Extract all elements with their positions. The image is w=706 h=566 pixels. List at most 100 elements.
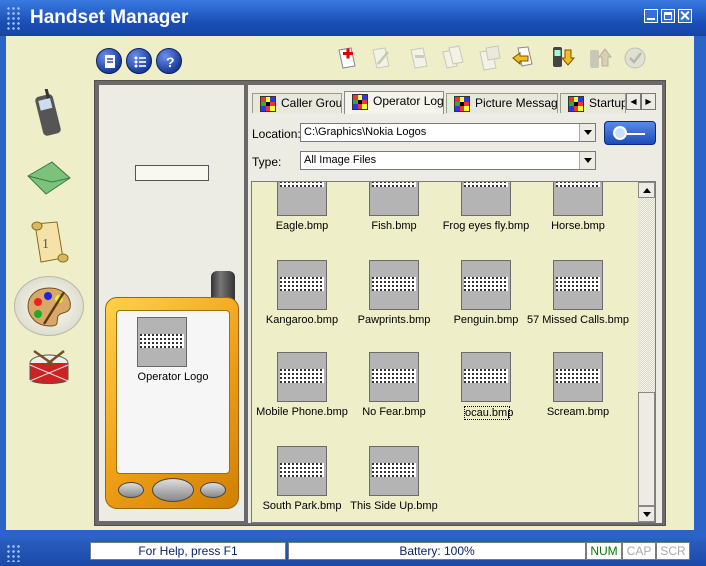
tab-operator-logo[interactable]: Operator Logo	[344, 91, 444, 114]
status-help: For Help, press F1	[90, 542, 286, 560]
scroll-up-icon[interactable]	[638, 182, 655, 198]
browser-panel: Caller Group Operator Logo Picture Messa…	[248, 85, 662, 523]
operator-logo-thumbnail[interactable]	[137, 317, 187, 367]
file-thumbnail[interactable]	[553, 352, 603, 402]
nav-graphics[interactable]	[14, 276, 84, 336]
type-combo[interactable]: All Image Files	[300, 151, 596, 170]
file-item[interactable]: Fish.bmp	[348, 182, 440, 250]
file-item[interactable]: Frog eyes fly.bmp	[440, 182, 532, 250]
status-num: NUM	[586, 542, 622, 560]
content-frame: Operator Logo Caller Group	[94, 80, 666, 526]
download-icon[interactable]	[550, 44, 576, 72]
file-thumbnail[interactable]	[461, 182, 511, 216]
upload-icon[interactable]	[586, 44, 612, 72]
file-item[interactable]: 57 Missed Calls.bmp	[527, 260, 629, 344]
preview-panel: Operator Logo	[99, 85, 244, 521]
document-icon[interactable]	[96, 48, 122, 74]
type-label: Type:	[252, 155, 282, 169]
file-thumbnail[interactable]	[553, 182, 603, 216]
scroll-thumb[interactable]	[638, 392, 655, 506]
phone-up-key[interactable]	[152, 478, 194, 502]
file-thumbnail[interactable]	[369, 182, 419, 216]
svg-text:1: 1	[42, 237, 49, 252]
file-thumbnail[interactable]	[553, 260, 603, 310]
nav-ringtones[interactable]: 1	[14, 212, 84, 272]
file-thumbnail[interactable]	[277, 260, 327, 310]
chevron-down-icon[interactable]	[579, 152, 595, 169]
file-item[interactable]: ocau.bmp	[440, 352, 532, 436]
scroll-down-icon[interactable]	[638, 506, 655, 522]
status-cap: CAP	[622, 542, 656, 560]
tab-startup-logo[interactable]: Startup L	[560, 93, 626, 113]
file-name: ocau.bmp	[464, 406, 514, 420]
tab-scroll-right-icon[interactable]: ▶	[641, 93, 656, 110]
vertical-scrollbar[interactable]	[638, 182, 655, 522]
file-item[interactable]: This Side Up.bmp	[348, 446, 440, 522]
minimize-button[interactable]	[644, 9, 658, 23]
file-item[interactable]: South Park.bmp	[256, 446, 348, 522]
tab-picture-message[interactable]: Picture Message	[446, 93, 558, 113]
file-thumbnail[interactable]	[277, 446, 327, 496]
file-list[interactable]: Eagle.bmp Fish.bmp Frog eyes fly.bmp Horse.…	[251, 181, 656, 523]
tab-strip: Caller Group Operator Logo Picture Messa…	[252, 91, 656, 114]
file-item[interactable]: Eagle.bmp	[256, 182, 348, 250]
grid-icon	[454, 96, 470, 112]
file-thumbnail[interactable]	[369, 260, 419, 310]
file-name: Mobile Phone.bmp	[256, 406, 348, 418]
phone-icon	[35, 89, 61, 136]
file-thumbnail[interactable]	[461, 352, 511, 402]
location-combo[interactable]: C:\Graphics\Nokia Logos	[300, 123, 596, 142]
file-thumbnail[interactable]	[369, 446, 419, 496]
nav-messages[interactable]	[14, 148, 84, 208]
title-bar[interactable]: Handset Manager	[0, 0, 706, 36]
copy-icon[interactable]	[440, 44, 466, 72]
preview-label: Operator Logo	[137, 371, 209, 383]
file-thumbnail[interactable]	[277, 182, 327, 216]
file-name: Frog eyes fly.bmp	[442, 220, 530, 232]
file-thumbnail[interactable]	[369, 352, 419, 402]
list-icon[interactable]	[126, 48, 152, 74]
file-name: Horse.bmp	[551, 220, 605, 232]
chevron-down-icon[interactable]	[579, 124, 595, 141]
phone-left-key[interactable]	[118, 482, 144, 498]
maximize-button[interactable]	[661, 9, 675, 23]
undo-icon[interactable]	[510, 44, 536, 72]
help-icon[interactable]: ?	[156, 48, 182, 74]
edit-icon[interactable]	[368, 44, 394, 72]
phone-right-key[interactable]	[200, 482, 226, 498]
file-name: Eagle.bmp	[275, 220, 329, 232]
file-item[interactable]: Penguin.bmp	[440, 260, 532, 344]
status-bar: For Help, press F1 Battery: 100% NUM CAP…	[0, 538, 706, 566]
drum-icon	[29, 349, 69, 384]
file-thumbnail[interactable]	[461, 260, 511, 310]
window-title: Handset Manager	[30, 7, 189, 28]
cut-icon[interactable]	[406, 44, 432, 72]
file-item[interactable]: Mobile Phone.bmp	[256, 352, 348, 436]
check-icon[interactable]	[622, 44, 648, 72]
file-item[interactable]: Scream.bmp	[532, 352, 624, 436]
grid-icon	[568, 96, 584, 112]
file-item[interactable]: Pawprints.bmp	[348, 260, 440, 344]
file-name: Pawprints.bmp	[357, 314, 431, 326]
phone-screen[interactable]: Operator Logo	[116, 310, 230, 474]
paste-icon[interactable]	[476, 44, 502, 72]
new-icon[interactable]	[334, 44, 360, 72]
tab-caller-group[interactable]: Caller Group	[252, 93, 342, 113]
scroll-track[interactable]	[638, 198, 655, 392]
file-thumbnail[interactable]	[277, 352, 327, 402]
browse-button[interactable]	[604, 121, 656, 145]
file-name: 57 Missed Calls.bmp	[526, 314, 630, 326]
app-window: Handset Manager ? 1 Operator Logo Caller…	[0, 0, 706, 566]
nav-phone[interactable]	[14, 84, 84, 144]
close-button[interactable]	[678, 9, 692, 23]
file-item[interactable]: Kangaroo.bmp	[256, 260, 348, 344]
envelope-icon	[27, 161, 71, 195]
tab-scroll-left-icon[interactable]: ◀	[626, 93, 641, 110]
svg-text:?: ?	[166, 54, 175, 70]
file-item[interactable]: Horse.bmp	[532, 182, 624, 250]
nav-sounds[interactable]	[14, 340, 84, 400]
palette-icon	[27, 287, 71, 327]
file-item[interactable]: No Fear.bmp	[348, 352, 440, 436]
status-scr: SCR	[656, 542, 690, 560]
file-name: This Side Up.bmp	[350, 500, 438, 512]
